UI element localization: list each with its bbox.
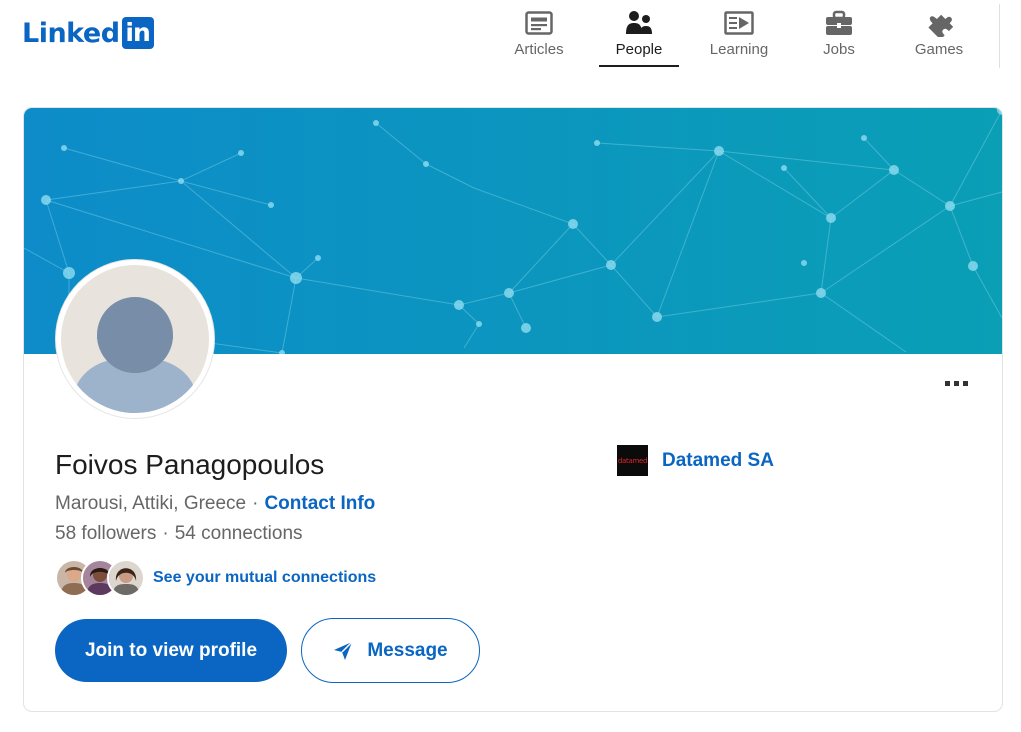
message-button-label: Message — [367, 639, 448, 661]
location-line: Marousi, Attiki, Greece · Contact Info — [55, 493, 375, 515]
current-company[interactable]: datamed Datamed SA — [617, 445, 774, 476]
mutual-avatars — [55, 559, 145, 597]
profile-avatar — [56, 260, 214, 418]
nav-label-games: Games — [914, 41, 964, 58]
puzzle-icon — [924, 9, 954, 37]
message-button[interactable]: Message — [301, 618, 480, 683]
connections-count: 54 connections — [174, 523, 303, 544]
nav-item-people[interactable]: People — [589, 0, 689, 68]
profile-card: Foivos Panagopoulos Marousi, Attiki, Gre… — [23, 107, 1003, 712]
articles-icon — [524, 9, 554, 37]
nav-label-jobs: Jobs — [823, 41, 855, 58]
top-nav: Articles People Learning Jobs Games — [489, 0, 989, 70]
nav-label-articles: Articles — [514, 41, 564, 58]
profile-location: Marousi, Attiki, Greece — [55, 493, 247, 514]
separator-dot: · — [252, 493, 259, 514]
ellipsis-icon — [944, 380, 950, 386]
profile-name: Foivos Panagopoulos — [55, 449, 325, 480]
mutual-connections: See your mutual connections — [55, 559, 376, 597]
mutual-connections-link[interactable]: See your mutual connections — [153, 569, 376, 587]
followers-count: 58 followers — [55, 523, 157, 544]
logo-box: in — [121, 17, 154, 49]
send-icon — [334, 640, 353, 660]
stats-line: 58 followers · 54 connections — [55, 523, 303, 545]
mutual-avatar — [107, 559, 145, 597]
learning-icon — [724, 9, 754, 37]
nav-divider — [999, 4, 1000, 68]
more-options-button[interactable] — [938, 371, 974, 395]
company-logo: datamed — [617, 445, 648, 476]
nav-item-jobs[interactable]: Jobs — [789, 0, 889, 68]
company-name-link[interactable]: Datamed SA — [662, 450, 774, 472]
default-avatar-icon — [61, 265, 209, 413]
nav-item-games[interactable]: Games — [889, 0, 989, 68]
nav-label-learning: Learning — [709, 41, 769, 58]
nav-item-articles[interactable]: Articles — [489, 0, 589, 68]
logo-text: Linked — [22, 17, 120, 49]
briefcase-icon — [824, 9, 854, 37]
people-icon — [624, 9, 654, 37]
separator-dot: · — [162, 523, 169, 544]
nav-item-learning[interactable]: Learning — [689, 0, 789, 68]
linkedin-logo[interactable]: Linked in — [22, 17, 154, 49]
contact-info-link[interactable]: Contact Info — [264, 493, 375, 514]
join-to-view-profile-button[interactable]: Join to view profile — [55, 619, 287, 682]
nav-label-people: People — [615, 41, 663, 58]
